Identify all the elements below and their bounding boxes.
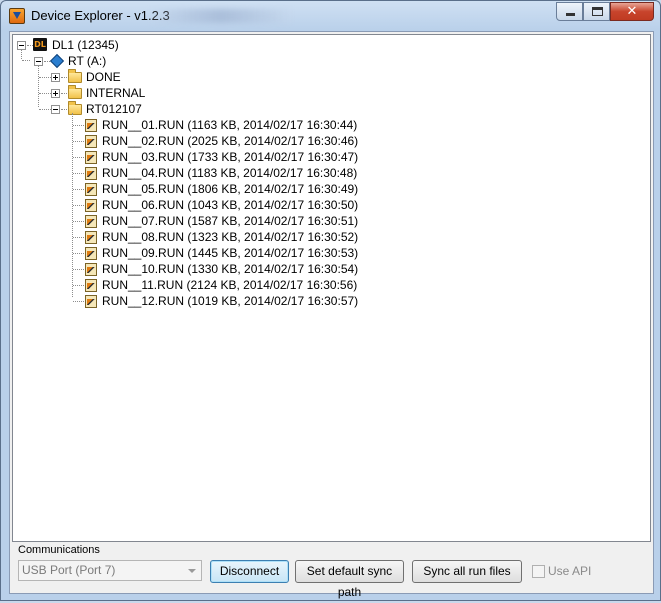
tree-connector: [39, 93, 51, 94]
tree-connector: [73, 253, 84, 254]
port-select[interactable]: USB Port (Port 7): [18, 560, 202, 581]
folder-icon: [68, 101, 82, 115]
port-select-value: USB Port (Port 7): [22, 563, 116, 577]
tree-connector: [73, 205, 84, 206]
tree-node-label: INTERNAL: [86, 86, 146, 100]
tree-node-label: DL1 (12345): [52, 38, 119, 52]
tree-connector: [73, 269, 84, 270]
tree-connector: [39, 109, 51, 110]
folder-icon: [68, 85, 82, 99]
collapse-toggle-icon[interactable]: [51, 105, 60, 114]
run-file-icon: [85, 215, 97, 228]
use-api-checkbox[interactable]: [532, 565, 545, 578]
minimize-icon: [566, 13, 575, 16]
tree-node-label: RT (A:): [68, 54, 107, 68]
tree-connector: [39, 77, 51, 78]
run-file-icon: [85, 119, 97, 132]
client-area: DL DL1 (12345) RT (A:) DONE INTERNAL RT0…: [9, 31, 654, 599]
run-file-icon: [85, 199, 97, 212]
tree-connector: [73, 173, 84, 174]
tree-connector: [73, 157, 84, 158]
set-default-sync-path-button[interactable]: Set default sync path: [295, 560, 404, 599]
tree-connector: [61, 93, 67, 94]
run-file-icon: [85, 279, 97, 292]
chevron-down-icon: [188, 569, 196, 573]
tree-connector: [73, 141, 84, 142]
run-file-icon: [85, 263, 97, 276]
tree-connector: [61, 77, 67, 78]
title-bar[interactable]: Device Explorer - v1.2.3 ✕: [1, 1, 660, 31]
tree-node-label: RUN__07.RUN (1587 KB, 2014/02/17 16:30:5…: [102, 214, 359, 228]
tree-connector: [38, 65, 39, 107]
run-file-icon: [85, 151, 97, 164]
datalogger-icon: DL: [33, 38, 47, 51]
tree-node-label: RT012107: [86, 102, 142, 116]
folder-icon: [68, 69, 82, 83]
tree-node-label: RUN__09.RUN (1445 KB, 2014/02/17 16:30:5…: [102, 246, 359, 260]
tree-node-label: RUN__03.RUN (1733 KB, 2014/02/17 16:30:4…: [102, 150, 359, 164]
tree-node-label: RUN__08.RUN (1323 KB, 2014/02/17 16:30:5…: [102, 230, 359, 244]
tree-node-label: RUN__04.RUN (1183 KB, 2014/02/17 16:30:4…: [102, 166, 358, 180]
tree-connector: [73, 285, 84, 286]
close-icon: ✕: [626, 4, 638, 19]
tree-node-label: DONE: [86, 70, 121, 84]
tree-connector: [73, 237, 84, 238]
tree-connector: [73, 189, 84, 190]
run-file-icon: [85, 183, 97, 196]
tree-connector: [73, 301, 84, 302]
tree-node-label: RUN__11.RUN (2124 KB, 2014/02/17 16:30:5…: [102, 278, 358, 292]
sync-all-run-files-button[interactable]: Sync all run files: [412, 560, 522, 583]
communications-group-label: Communications: [18, 544, 100, 556]
drive-diamond-icon: [49, 53, 65, 69]
expand-toggle-icon[interactable]: [51, 89, 60, 98]
minimize-button[interactable]: [556, 2, 583, 21]
device-tree[interactable]: DL DL1 (12345) RT (A:) DONE INTERNAL RT0…: [12, 34, 651, 542]
tree-connector: [73, 125, 84, 126]
use-api-label: Use API: [548, 564, 592, 578]
tree-node-label: RUN__02.RUN (2025 KB, 2014/02/17 16:30:4…: [102, 134, 359, 148]
run-file-icon: [85, 167, 97, 180]
caption-buttons: ✕: [556, 2, 654, 22]
maximize-button[interactable]: [583, 2, 610, 21]
tree-connector: [61, 109, 67, 110]
disconnect-button[interactable]: Disconnect: [210, 560, 289, 583]
maximize-icon: [592, 7, 603, 16]
run-file-icon: [85, 247, 97, 260]
tree-node-label: RUN__10.RUN (1330 KB, 2014/02/17 16:30:5…: [102, 262, 359, 276]
run-file-icon: [85, 295, 97, 308]
app-download-icon: [9, 8, 25, 24]
tree-node-label: RUN__12.RUN (1019 KB, 2014/02/17 16:30:5…: [102, 294, 359, 308]
tree-node-label: RUN__06.RUN (1043 KB, 2014/02/17 16:30:5…: [102, 198, 359, 212]
tree-node-label: RUN__01.RUN (1163 KB, 2014/02/17 16:30:4…: [102, 118, 358, 132]
title-bar-blur: [151, 9, 291, 23]
device-explorer-window: Device Explorer - v1.2.3 ✕ DL DL1 (12345…: [0, 0, 661, 601]
tree-node-label: RUN__05.RUN (1806 KB, 2014/02/17 16:30:4…: [102, 182, 359, 196]
tree-connector: [73, 221, 84, 222]
run-file-icon: [85, 135, 97, 148]
tree-connector: [22, 60, 30, 61]
window-title: Device Explorer - v1.2.3: [31, 8, 170, 23]
close-button[interactable]: ✕: [610, 2, 654, 21]
run-file-icon: [85, 231, 97, 244]
tree-connector: [21, 49, 22, 59]
expand-toggle-icon[interactable]: [51, 73, 60, 82]
